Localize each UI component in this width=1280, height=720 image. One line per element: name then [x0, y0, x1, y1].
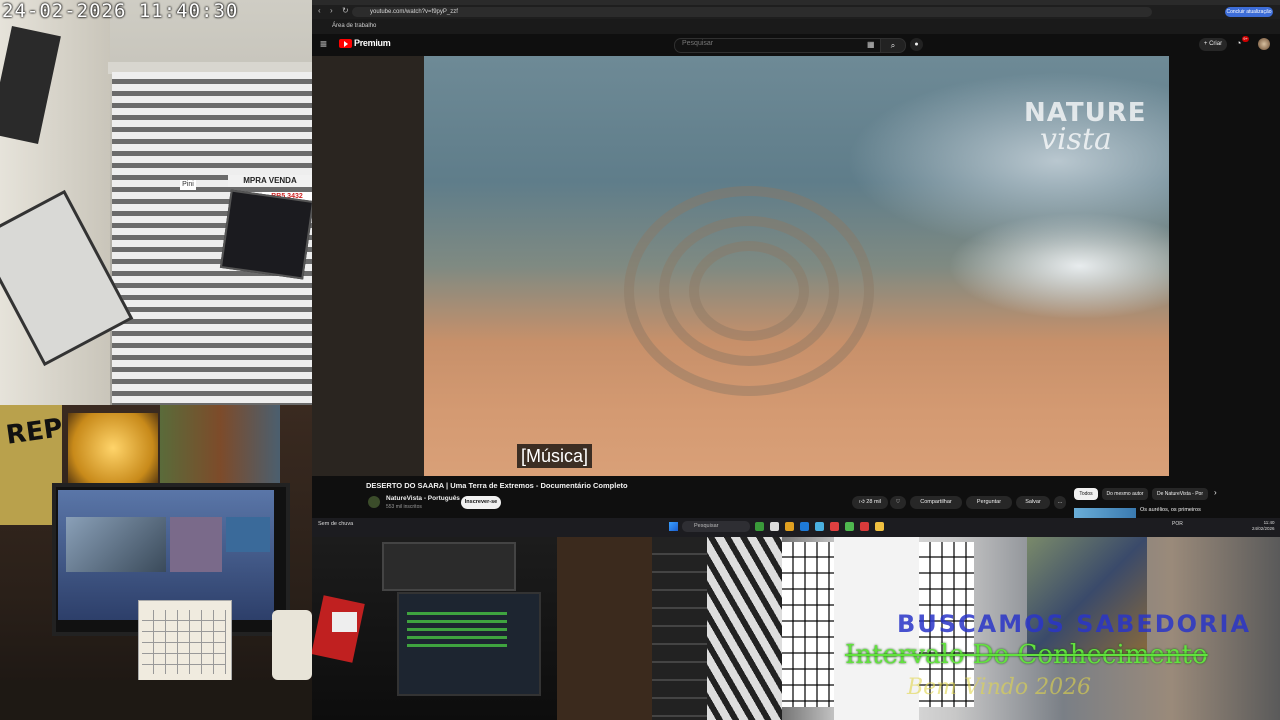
bookcase — [652, 537, 712, 720]
windows-taskbar — [312, 518, 1280, 537]
save-button[interactable]: Salvar — [1016, 496, 1050, 509]
overlay-subtitle: Intervalo Do Conhecimento — [845, 640, 1208, 670]
subscribe-button[interactable]: Inscrever-se — [461, 496, 501, 509]
like-count: 28 mil — [866, 499, 881, 505]
youtube-brand[interactable]: Premium — [354, 38, 391, 48]
overlay-title: BUSCAMOS SABEDORIA — [897, 610, 1252, 638]
channel-name[interactable]: NatureVista - Português — [386, 495, 460, 502]
recommendation-title[interactable]: Os aurélios, os primeiros — [1140, 507, 1201, 513]
address-url: youtube.com/watch?v=f9pyP_zzf — [370, 9, 458, 15]
channel-avatar[interactable] — [368, 496, 380, 508]
pin-sign: Pini — [180, 180, 196, 190]
window-left — [782, 542, 834, 707]
taskbar-clock[interactable]: 11:40 24/02/2026 — [1252, 520, 1275, 532]
studio-monitor-top — [382, 542, 516, 591]
taskbar-tray-language[interactable]: POR — [1172, 521, 1183, 527]
chip-channel[interactable]: De NatureVista - Por — [1152, 488, 1208, 500]
wall-art — [160, 405, 280, 495]
like-button[interactable]: 👍︎ 28 mil — [852, 496, 888, 509]
menu-icon[interactable]: ≡ — [320, 37, 327, 51]
avatar[interactable] — [1258, 38, 1270, 50]
ask-button[interactable]: Perguntar — [966, 496, 1012, 509]
taskbar-app-icon[interactable] — [770, 522, 779, 531]
taskbar-app-icon[interactable] — [845, 522, 854, 531]
eye-ring-inner — [689, 241, 809, 341]
reload-icon[interactable]: ↻ — [342, 7, 350, 15]
taskbar-app-icon[interactable] — [875, 522, 884, 531]
calendar-grid — [142, 610, 226, 674]
bell-icon[interactable]: ◔ — [1236, 38, 1241, 48]
chip-all[interactable]: Todos — [1074, 488, 1098, 500]
camera-timestamp: 24-02-2026 11:40:30 — [2, 0, 239, 22]
wall-mural — [1027, 537, 1147, 657]
taskbar-app-icon[interactable] — [800, 522, 809, 531]
windows-start-icon[interactable] — [669, 522, 678, 531]
finish-update-button[interactable]: Concluir atualização — [1225, 7, 1273, 17]
channel-watermark-script: vista — [1040, 122, 1112, 157]
search-placeholder: Pesquisar — [682, 40, 714, 47]
address-bar[interactable] — [352, 7, 1152, 17]
play-icon — [344, 41, 348, 47]
video-title: DESERTO DO SAARA | Uma Terra de Extremos… — [366, 481, 628, 490]
player-side-panel — [312, 56, 424, 476]
wooden-door — [557, 537, 657, 720]
camera-feed-room: BUSCAMOS SABEDORIA Intervalo Do Conhecim… — [557, 537, 1280, 720]
bookmark-item[interactable]: Área de trabalho — [332, 23, 376, 29]
overlay-welcome: Bem Vindo 2026 — [907, 675, 1092, 700]
share-button[interactable]: Compartilhar — [910, 496, 962, 509]
dislike-button[interactable]: ♡ — [890, 496, 906, 509]
white-label — [332, 612, 357, 632]
monitor-video-thumb — [66, 517, 166, 572]
monitor-video-thumb — [170, 517, 222, 572]
taskbar-date: 24/02/2026 — [1252, 526, 1275, 531]
lamp-glow — [68, 413, 158, 483]
camera-feed-street: MPRA VENDA BB5 3432 Pini 24-02-2026 11:4… — [0, 0, 312, 405]
monitor-video-thumb — [226, 517, 270, 552]
more-actions-button[interactable]: ... — [1054, 496, 1066, 509]
hanging-laptop-black — [219, 189, 312, 280]
edge-icon[interactable] — [815, 522, 824, 531]
subscriber-count: 553 mil inscritos — [386, 504, 422, 510]
video-caption: [Música] — [517, 444, 593, 468]
graffiti-wall — [707, 537, 782, 720]
sale-sign: MPRA VENDA — [228, 175, 312, 187]
back-icon[interactable]: ‹ — [318, 7, 326, 15]
chip-same-author[interactable]: Do mesmo autor — [1102, 488, 1148, 500]
taskbar-app-icon[interactable] — [860, 522, 869, 531]
taskbar-app-icon[interactable] — [830, 522, 839, 531]
microphone-icon[interactable]: ● — [910, 38, 923, 51]
keyboard-icon[interactable]: ▦ — [867, 40, 875, 49]
folder-icon[interactable] — [785, 522, 794, 531]
chevron-right-icon[interactable]: › — [1214, 488, 1217, 497]
bookmarks-bar — [312, 19, 1280, 34]
forward-icon[interactable]: › — [330, 7, 338, 15]
camera-feed-desk: REP — [0, 405, 312, 720]
audio-level-bars — [407, 612, 507, 652]
camera-feed-studio — [312, 537, 557, 720]
taskbar-app-icon[interactable] — [755, 522, 764, 531]
search-button[interactable]: ⌕ — [880, 38, 906, 53]
taskbar-weather[interactable]: Sem de chuva — [318, 521, 353, 527]
notification-badge: 9+ — [1242, 36, 1249, 42]
browser-window: ‹ › ↻ youtube.com/watch?v=f9pyP_zzf Conc… — [312, 0, 1280, 537]
create-button[interactable]: + Criar — [1199, 38, 1227, 51]
taskbar-search[interactable]: Pesquisar — [682, 521, 750, 532]
desk-surface — [0, 680, 312, 720]
desk-bottle — [272, 610, 312, 680]
